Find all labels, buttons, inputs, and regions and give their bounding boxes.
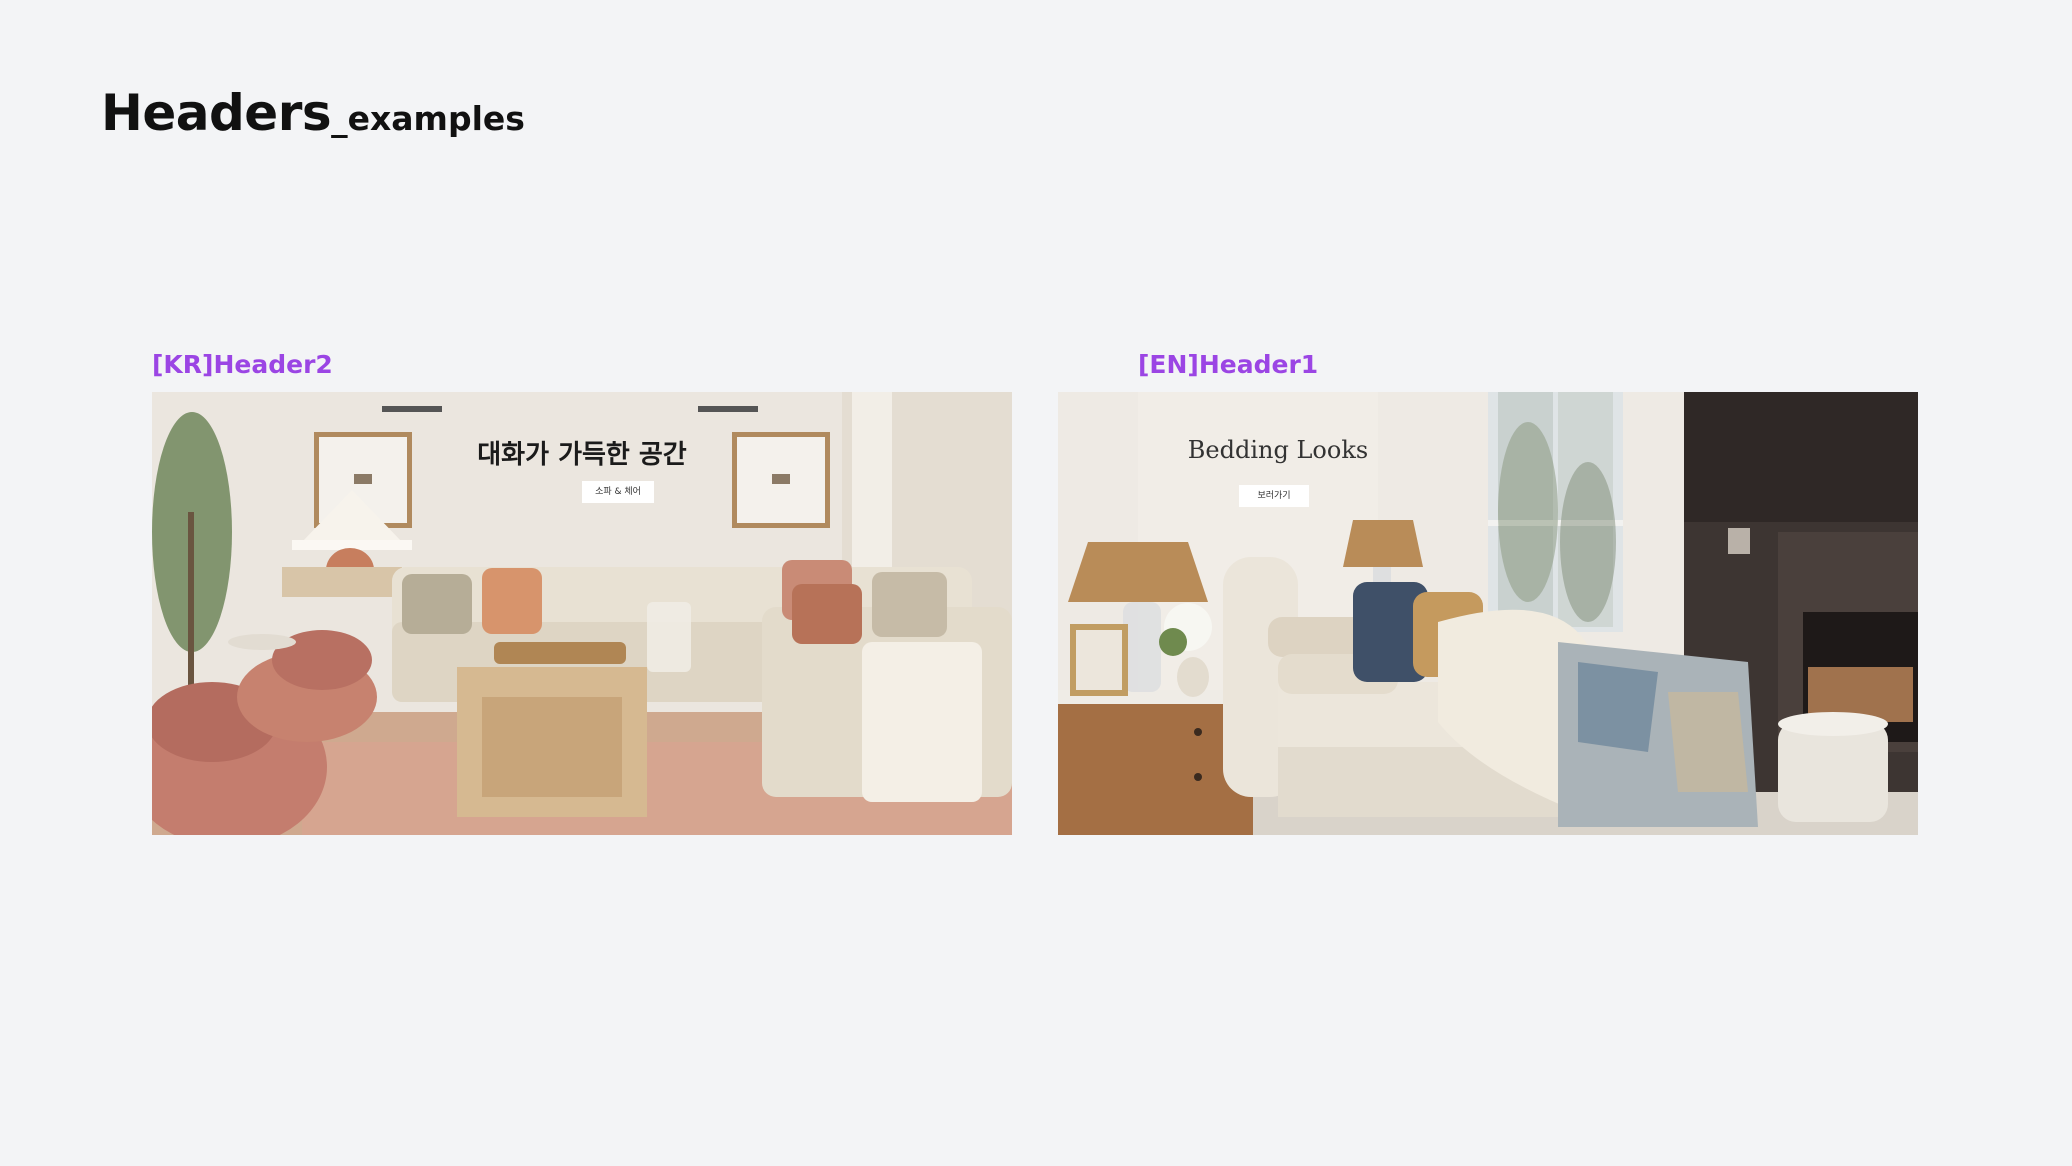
kr-header-label: [KR]Header2 [152, 350, 333, 379]
page-title: Headers_examples [101, 84, 525, 142]
en-shop-button[interactable]: 보러가기 [1239, 485, 1309, 507]
en-banner-headline: Bedding Looks [1187, 436, 1369, 464]
page-title-main: Headers [101, 84, 332, 142]
kr-banner-headline: 대화가 가득한 공간 [477, 440, 687, 470]
kr-header-banner[interactable]: 대화가 가득한 공간 소파 & 체어 [152, 392, 1012, 835]
en-header-label: [EN]Header1 [1138, 350, 1319, 379]
kr-shop-button[interactable]: 소파 & 체어 [582, 481, 654, 503]
page-title-sub: _examples [331, 99, 525, 138]
en-header-banner[interactable]: Bedding Looks 보러가기 [1058, 392, 1918, 835]
